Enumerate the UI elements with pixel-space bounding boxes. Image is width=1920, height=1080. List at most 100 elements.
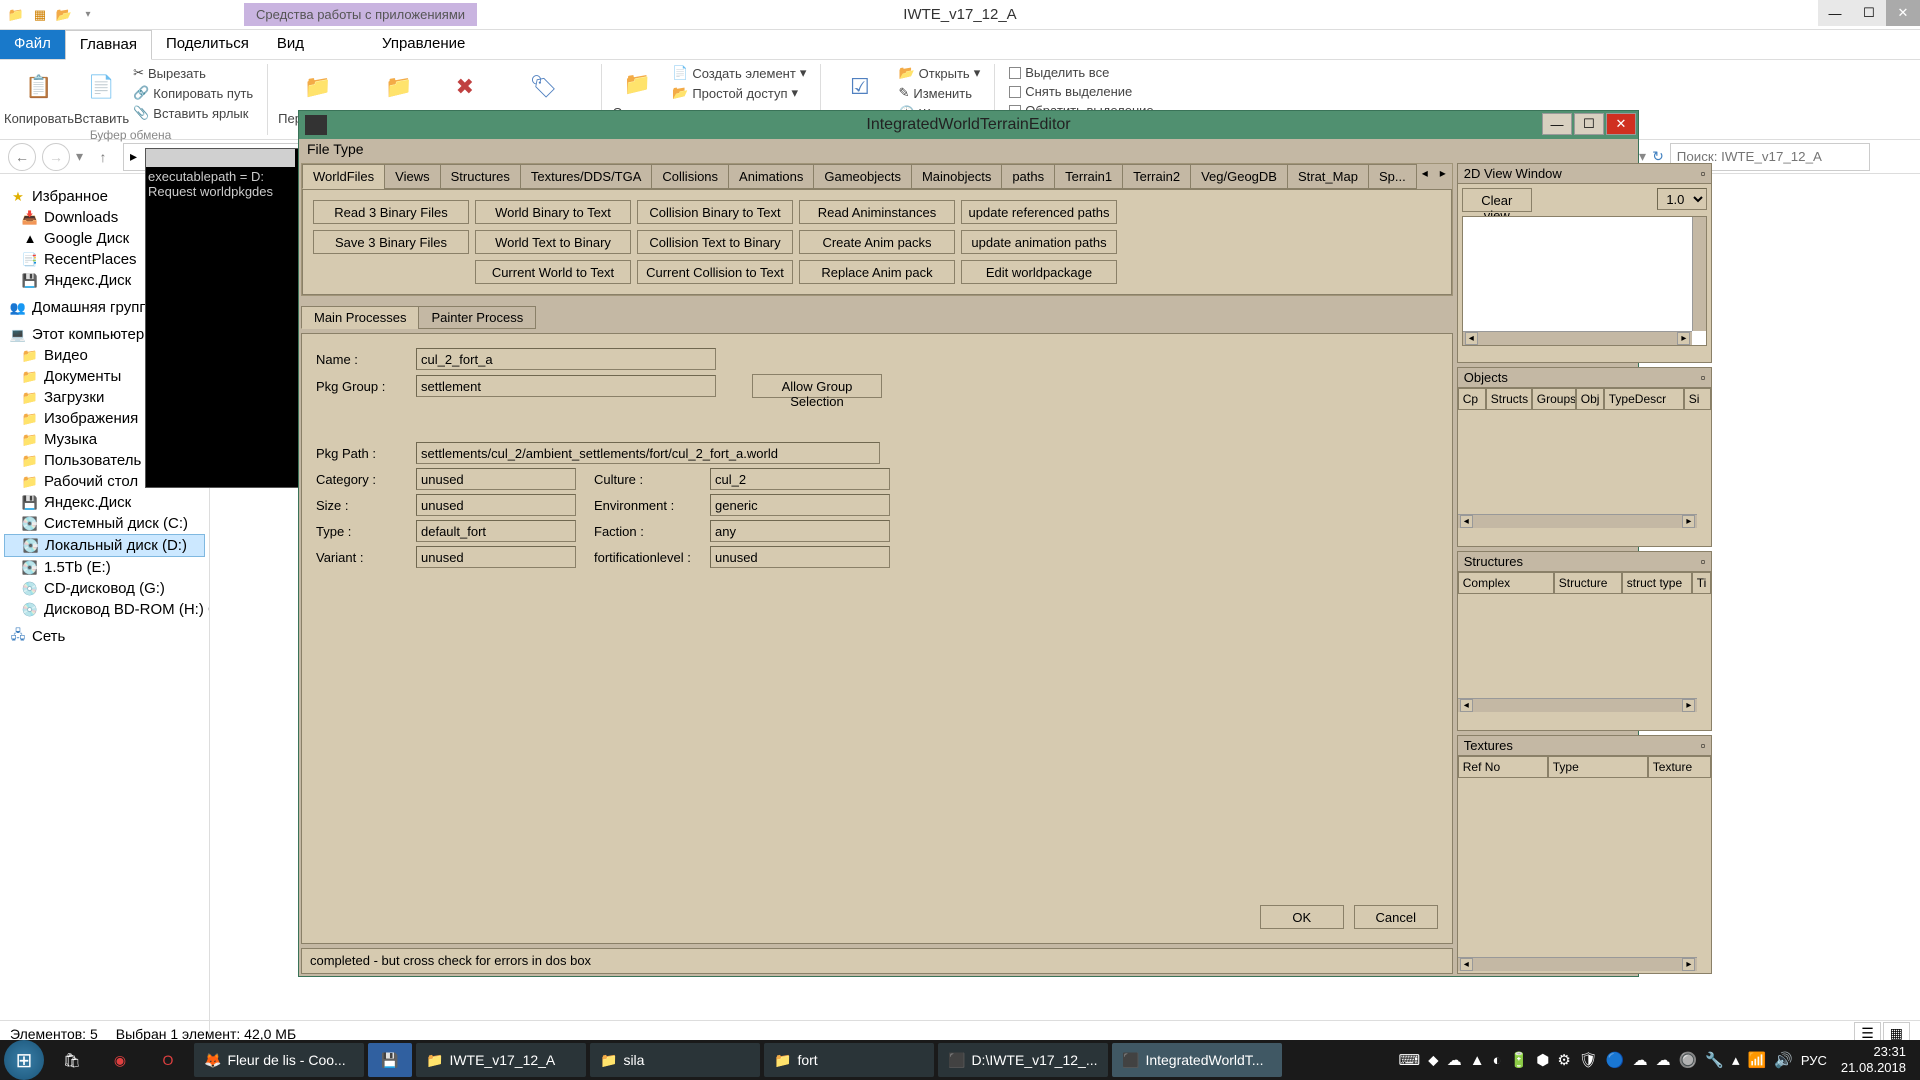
collision-binary-to-text-button[interactable]: Collision Binary to Text: [637, 200, 793, 224]
update-referenced-paths-button[interactable]: update referenced paths: [961, 200, 1117, 224]
tab-worldfiles[interactable]: WorldFiles: [302, 164, 385, 189]
properties-big-icon[interactable]: ☑: [835, 64, 885, 109]
tab-more[interactable]: Sp...: [1368, 164, 1417, 189]
zoom-select[interactable]: 1.0: [1657, 188, 1707, 210]
read-animinstances-button[interactable]: Read Animinstances: [799, 200, 955, 224]
tab-scroll-right[interactable]: ▸: [1434, 164, 1452, 189]
task-firefox[interactable]: 🦊Fleur de lis - Coo...: [194, 1043, 364, 1077]
new-item-button[interactable]: 📄 Создать элемент ▾: [668, 64, 810, 82]
folder-icon[interactable]: 📁: [6, 5, 26, 25]
tab-views[interactable]: Views: [384, 164, 440, 189]
col-complex[interactable]: Complex: [1458, 572, 1554, 594]
task-save[interactable]: 💾: [368, 1043, 412, 1077]
sidebar-item-hdrive[interactable]: 💿Дисковод BD-ROM (H:) Goth: [4, 599, 205, 620]
menu-filetype[interactable]: File Type: [307, 141, 364, 157]
tray-icon[interactable]: 🔵: [1606, 1051, 1625, 1069]
col-obj[interactable]: Obj: [1576, 388, 1604, 410]
replace-anim-pack-button[interactable]: Replace Anim pack: [799, 260, 955, 284]
task-fort-folder[interactable]: 📁fort: [764, 1043, 934, 1077]
copy-icon[interactable]: 📋: [14, 64, 64, 109]
tray-icon[interactable]: ⬢: [1536, 1051, 1549, 1069]
panel-toggle-icon[interactable]: ▫: [1701, 166, 1706, 181]
scrollbar-horizontal[interactable]: ◂▸: [1458, 957, 1698, 971]
col-type[interactable]: Type: [1548, 756, 1648, 778]
task-chrome[interactable]: ◉: [98, 1043, 142, 1077]
sidebar-item-gdrive2[interactable]: 💿CD-дисковод (G:): [4, 578, 205, 599]
tab-painter-process[interactable]: Painter Process: [418, 306, 536, 329]
history-dropdown-icon[interactable]: ▾: [76, 148, 83, 165]
scrollbar-vertical[interactable]: [1692, 217, 1706, 331]
collision-text-to-binary-button[interactable]: Collision Text to Binary: [637, 230, 793, 254]
sidebar-item-edrive[interactable]: 💽1.5Tb (E:): [4, 557, 205, 578]
clock[interactable]: 23:31 21.08.2018: [1835, 1044, 1912, 1075]
network-icon[interactable]: 📶: [1748, 1051, 1767, 1069]
tab-animations[interactable]: Animations: [728, 164, 814, 189]
tab-paths[interactable]: paths: [1001, 164, 1055, 189]
tab-veg[interactable]: Veg/GeogDB: [1190, 164, 1288, 189]
scrollbar-horizontal[interactable]: ◂▸: [1463, 331, 1693, 345]
cancel-button[interactable]: Cancel: [1354, 905, 1438, 929]
forward-button[interactable]: →: [42, 143, 70, 171]
paste-shortcut-button[interactable]: 📎 Вставить ярлык: [129, 104, 257, 122]
iwte-titlebar[interactable]: IntegratedWorldTerrainEditor — ☐ ✕: [299, 111, 1638, 139]
sidebar-network[interactable]: 🖧Сеть: [4, 626, 205, 647]
read-3-binary-button[interactable]: Read 3 Binary Files: [313, 200, 469, 224]
tab-terrain1[interactable]: Terrain1: [1054, 164, 1123, 189]
tab-gameobjects[interactable]: Gameobjects: [813, 164, 912, 189]
copy-to-icon[interactable]: 📁: [374, 64, 424, 109]
clear-view-button[interactable]: Clear view: [1462, 188, 1532, 212]
tray-icon[interactable]: ☁: [1633, 1051, 1648, 1069]
tab-scroll-left[interactable]: ◂: [1416, 164, 1434, 189]
tab-textures[interactable]: Textures/DDS/TGA: [520, 164, 653, 189]
console-titlebar[interactable]: [146, 149, 295, 167]
category-input[interactable]: [416, 468, 576, 490]
keyboard-icon[interactable]: ⌨: [1399, 1051, 1421, 1069]
close-button[interactable]: ✕: [1606, 113, 1636, 135]
panel-toggle-icon[interactable]: ▫: [1701, 738, 1706, 753]
close-button[interactable]: ✕: [1886, 0, 1920, 26]
sidebar-item-ddrive[interactable]: 💽Локальный диск (D:): [4, 534, 205, 557]
task-sila-folder[interactable]: 📁sila: [590, 1043, 760, 1077]
environment-input[interactable]: [710, 494, 890, 516]
size-input[interactable]: [416, 494, 576, 516]
tab-share[interactable]: Поделиться: [152, 30, 263, 59]
maximize-button[interactable]: ☐: [1574, 113, 1604, 135]
up-button[interactable]: ↑: [89, 143, 117, 171]
col-structs[interactable]: Structs: [1486, 388, 1532, 410]
move-icon[interactable]: 📁: [293, 64, 343, 109]
tray-icon[interactable]: ☁: [1656, 1051, 1671, 1069]
tray-icon[interactable]: ▲: [1470, 1052, 1485, 1069]
tab-manage[interactable]: Управление: [368, 30, 479, 59]
2d-view-canvas[interactable]: ◂▸: [1462, 216, 1708, 346]
back-button[interactable]: ←: [8, 143, 36, 171]
rename-icon[interactable]: 🏷: [518, 64, 568, 109]
scrollbar-horizontal[interactable]: ◂▸: [1458, 514, 1698, 528]
new-folder-big-icon[interactable]: 📁: [612, 64, 662, 103]
save-3-binary-button[interactable]: Save 3 Binary Files: [313, 230, 469, 254]
minimize-button[interactable]: —: [1542, 113, 1572, 135]
faction-input[interactable]: [710, 520, 890, 542]
select-all-button[interactable]: Выделить все: [1005, 64, 1157, 81]
task-store[interactable]: 🛍: [50, 1043, 94, 1077]
task-iwte-folder[interactable]: 📁IWTE_v17_12_A: [416, 1043, 586, 1077]
pkgpath-input[interactable]: [416, 442, 880, 464]
edit-worldpackage-button[interactable]: Edit worldpackage: [961, 260, 1117, 284]
tab-home[interactable]: Главная: [65, 30, 152, 60]
easy-access-button[interactable]: 📂 Простой доступ ▾: [668, 84, 810, 102]
tab-stratmap[interactable]: Strat_Map: [1287, 164, 1369, 189]
col-structure[interactable]: Structure: [1554, 572, 1622, 594]
tray-icon[interactable]: ⚙: [1557, 1051, 1570, 1069]
minimize-button[interactable]: —: [1818, 0, 1852, 26]
update-animation-paths-button[interactable]: update animation paths: [961, 230, 1117, 254]
type-input[interactable]: [416, 520, 576, 542]
paste-icon[interactable]: 📄: [77, 64, 127, 109]
tray-icon[interactable]: ⬥: [1428, 1052, 1439, 1069]
col-typedescr[interactable]: TypeDescr: [1604, 388, 1684, 410]
fortlevel-input[interactable]: [710, 546, 890, 568]
col-ti[interactable]: Ti: [1692, 572, 1712, 594]
ok-button[interactable]: OK: [1260, 905, 1344, 929]
tray-icon[interactable]: 🔋: [1510, 1051, 1529, 1069]
sidebar-item-yadisk2[interactable]: 💾Яндекс.Диск: [4, 492, 205, 513]
culture-input[interactable]: [710, 468, 890, 490]
tray-icon[interactable]: ◐: [1493, 1052, 1502, 1069]
